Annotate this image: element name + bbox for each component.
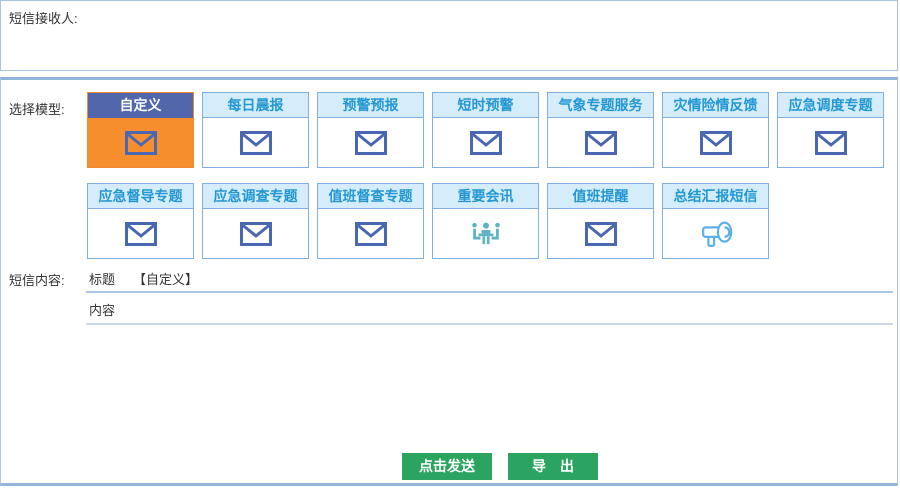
meeting-icon: [468, 219, 504, 249]
template-card-duty-reminder[interactable]: 值班提醒: [547, 183, 654, 259]
envelope-icon: [585, 131, 617, 155]
envelope-icon: [355, 222, 387, 246]
envelope-icon: [585, 222, 617, 246]
envelope-icon: [125, 222, 157, 246]
template-card-title: 值班提醒: [548, 184, 653, 209]
envelope-icon: [355, 131, 387, 155]
envelope-icon: [240, 131, 272, 155]
template-card-title: 气象专题服务: [548, 93, 653, 118]
template-card-title: 每日晨报: [203, 93, 308, 118]
envelope-icon: [700, 131, 732, 155]
template-card-title: 应急调查专题: [203, 184, 308, 209]
template-card-title: 重要会讯: [433, 184, 538, 209]
template-card-disaster-feedback[interactable]: 灾情险情反馈: [662, 92, 769, 168]
content-label: 短信内容:: [9, 270, 65, 289]
envelope-icon: [240, 222, 272, 246]
template-card-emergency-investigation[interactable]: 应急调查专题: [202, 183, 309, 259]
template-card-title: 应急调度专题: [778, 93, 883, 118]
template-grid: 自定义 每日晨报 预警预报: [87, 92, 884, 259]
content-field-label: 内容: [89, 300, 115, 319]
template-card-title: 应急督导专题: [88, 184, 193, 209]
template-card-short-term-warning[interactable]: 短时预警: [432, 92, 539, 168]
template-card-weather-special[interactable]: 气象专题服务: [547, 92, 654, 168]
template-card-warning-forecast[interactable]: 预警预报: [317, 92, 424, 168]
megaphone-icon: [697, 218, 735, 250]
template-card-custom[interactable]: 自定义: [87, 92, 194, 168]
template-card-important-meeting[interactable]: 重要会讯: [432, 183, 539, 259]
template-card-duty-inspection[interactable]: 值班督查专题: [317, 183, 424, 259]
recipients-section: 短信接收人:: [0, 0, 898, 71]
title-field-label: 标题: [89, 269, 115, 288]
sms-send-page: 短信接收人: 选择模型: 自定义 每日晨报: [0, 0, 900, 492]
template-card-title: 预警预报: [318, 93, 423, 118]
template-card-title: 灾情险情反馈: [663, 93, 768, 118]
template-card-title: 值班督查专题: [318, 184, 423, 209]
envelope-icon: [815, 131, 847, 155]
recipients-input[interactable]: [89, 3, 895, 68]
export-button[interactable]: 导 出: [508, 453, 598, 480]
template-card-emergency-dispatch[interactable]: 应急调度专题: [777, 92, 884, 168]
send-button[interactable]: 点击发送: [402, 453, 492, 480]
envelope-icon: [470, 131, 502, 155]
envelope-icon: [125, 131, 157, 155]
template-card-title: 短时预警: [433, 93, 538, 118]
template-card-title: 总结汇报短信: [663, 184, 768, 209]
template-content-section: 选择模型: 自定义 每日晨报 预警预报: [0, 77, 898, 486]
recipients-label: 短信接收人:: [9, 8, 78, 27]
title-row[interactable]: 标题 【自定义】: [86, 266, 893, 293]
title-field-value: 【自定义】: [133, 269, 198, 288]
template-card-title: 自定义: [88, 93, 193, 118]
template-card-daily-report[interactable]: 每日晨报: [202, 92, 309, 168]
template-card-summary-report[interactable]: 总结汇报短信: [662, 183, 769, 259]
content-row[interactable]: 内容: [86, 295, 893, 325]
model-label: 选择模型:: [9, 99, 65, 118]
template-card-emergency-supervision[interactable]: 应急督导专题: [87, 183, 194, 259]
